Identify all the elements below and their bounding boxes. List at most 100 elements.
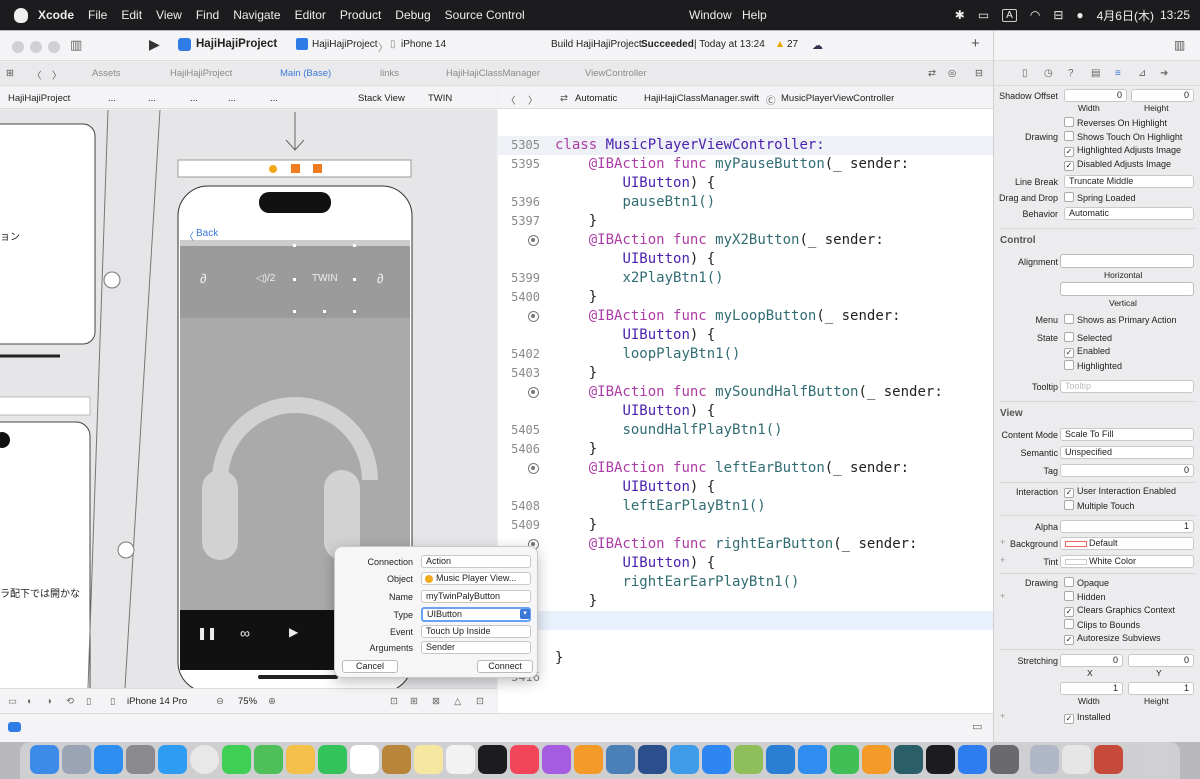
stretching-width-field[interactable]: 1 [1060, 682, 1123, 695]
jump-item-group[interactable]: ... [228, 93, 236, 104]
embed-icon[interactable]: ⊡ [476, 696, 484, 707]
code-line[interactable]: 5405 soundHalfPlayBtn1() [498, 421, 993, 440]
update-frames-icon[interactable]: ⊡ [390, 696, 398, 707]
vertical-alignment-control[interactable] [1060, 282, 1194, 296]
podcasts-icon[interactable] [542, 745, 571, 774]
tab-main-base[interactable]: Main (Base) [280, 68, 331, 79]
checkmark-icon[interactable]: ✓ [1064, 161, 1074, 171]
apple-icon[interactable] [14, 7, 28, 23]
code-line[interactable]: @IBAction func mySoundHalfButton(_ sende… [498, 383, 993, 402]
forward-arrow-icon[interactable]: 〉 [528, 93, 538, 107]
user-interaction-checkbox[interactable]: ✓ User Interaction Enabled [1064, 486, 1176, 498]
play-icon[interactable]: ▶ [289, 625, 298, 639]
checkmark-icon[interactable]: ✓ [1064, 348, 1074, 358]
menu-navigate[interactable]: Navigate [233, 8, 280, 22]
safari-icon[interactable] [158, 745, 187, 774]
split-editor-icon[interactable]: ⊟ [975, 68, 983, 79]
menu-date[interactable]: 4月6日(木) [1097, 7, 1154, 24]
finder-icon[interactable] [30, 745, 59, 774]
top-stack-view[interactable] [180, 246, 410, 318]
checkmark-icon[interactable]: ✓ [1064, 607, 1074, 617]
menu-editor[interactable]: Editor [295, 8, 326, 22]
twin-button[interactable]: TWIN [312, 273, 338, 284]
pen-app-icon[interactable] [638, 745, 667, 774]
keynote-icon[interactable] [798, 745, 827, 774]
reverses-on-highlight-checkbox[interactable]: Reverses On Highlight [1064, 117, 1167, 128]
add-variation-icon[interactable]: + [1000, 591, 1005, 601]
menu-source-control[interactable]: Source Control [445, 8, 525, 22]
code-line[interactable]: rightEarEarPlayBtn1() [498, 573, 993, 592]
tooltip-field[interactable]: Tooltip [1060, 380, 1194, 393]
assistant-icon[interactable]: ◎ [948, 68, 956, 79]
editor-icon[interactable] [734, 745, 763, 774]
code-line[interactable]: 5399 x2PlayBtn1() [498, 269, 993, 288]
music-icon[interactable] [510, 745, 539, 774]
shadow-offset-x-field[interactable]: 0 [1064, 89, 1127, 102]
device-config-label[interactable]: iPhone 14 Pro [127, 696, 187, 707]
cloud-icon[interactable]: ☁ [812, 39, 823, 52]
identity-inspector-icon[interactable]: ▤ [1091, 68, 1100, 79]
connections-inspector-icon[interactable]: ➜ [1160, 68, 1168, 79]
checkbox[interactable] [1064, 500, 1074, 510]
installed-checkbox[interactable]: ✓ Installed [1064, 712, 1111, 724]
resize-handle[interactable] [353, 278, 356, 281]
checkbox[interactable] [1064, 619, 1074, 629]
menu-window[interactable]: Window [689, 8, 732, 22]
minimize-window-button[interactable] [30, 41, 42, 53]
sound-half-button[interactable]: ◁)/2 [256, 273, 275, 284]
attributes-inspector-icon[interactable]: ≡ [1115, 68, 1121, 79]
tab-assets[interactable]: Assets [92, 68, 121, 79]
system-settings-icon[interactable] [126, 745, 155, 774]
utility-icon[interactable] [894, 745, 923, 774]
code-line[interactable]: 5409 } [498, 516, 993, 535]
jump-item-class[interactable]: MusicPlayerViewController [781, 93, 894, 104]
menu-find[interactable]: Find [196, 8, 219, 22]
code-line[interactable]: UIButton) { [498, 478, 993, 497]
appearance-icon[interactable]: ◐ [27, 696, 33, 707]
multiple-touch-checkbox[interactable]: Multiple Touch [1064, 500, 1134, 511]
vscode-icon[interactable] [766, 745, 795, 774]
code-line[interactable]: } [498, 592, 993, 611]
tag-field[interactable]: 0 [1060, 464, 1194, 477]
segue-icon[interactable] [117, 541, 135, 559]
enabled-checkbox[interactable]: ✓ Enabled [1064, 346, 1110, 358]
xcode-icon[interactable] [670, 745, 699, 774]
run-button-icon[interactable]: ▶ [149, 36, 160, 53]
primary-action-checkbox[interactable]: Shows as Primary Action [1064, 314, 1177, 325]
add-library-icon[interactable]: + [971, 35, 980, 52]
spring-loaded-checkbox[interactable]: Spring Loaded [1064, 192, 1136, 203]
tab-hajihaji-project[interactable]: HajiHajiProject [170, 68, 232, 79]
segue-icon[interactable] [103, 271, 121, 289]
orientation-icon[interactable]: ⟲ [66, 696, 74, 707]
chrome-icon[interactable] [190, 745, 219, 774]
calendar-icon[interactable] [350, 745, 379, 774]
tab-class-manager[interactable]: HajiHajiClassManager [446, 68, 540, 79]
add-variation-icon[interactable]: + [1000, 711, 1005, 721]
arguments-select[interactable]: Sender [421, 641, 531, 654]
checkbox[interactable] [1064, 591, 1074, 601]
content-mode-select[interactable]: Scale To Fill [1060, 428, 1194, 441]
code-line[interactable]: 5403 } [498, 364, 993, 383]
code-line[interactable]: 5400 } [498, 288, 993, 307]
sidebar-toggle-icon[interactable]: ▭ [8, 696, 17, 707]
zoom-window-button[interactable] [48, 41, 60, 53]
refresh-icon[interactable]: ⇄ [928, 68, 936, 79]
jump-item-project[interactable]: HajiHajiProject [8, 93, 70, 104]
history-inspector-icon[interactable]: ◷ [1044, 68, 1053, 79]
semantic-select[interactable]: Unspecified [1060, 446, 1194, 459]
menu-time[interactable]: 13:25 [1160, 8, 1190, 22]
numbers-icon[interactable] [830, 745, 859, 774]
code-line[interactable] [498, 611, 993, 630]
code-line[interactable]: UIButton) { [498, 250, 993, 269]
reminders-icon[interactable] [446, 745, 475, 774]
highlighted-adjusts-checkbox[interactable]: ✓ Highlighted Adjusts Image [1064, 145, 1181, 157]
mail-icon[interactable] [94, 745, 123, 774]
connect-button[interactable]: Connect [477, 660, 533, 673]
align-icon[interactable]: ⊞ [410, 696, 418, 707]
checkbox[interactable] [1064, 360, 1074, 370]
scheme-selector[interactable]: HajiHajiProject [312, 39, 378, 50]
resize-handle[interactable] [293, 278, 296, 281]
back-chevron-icon[interactable]: 〈 [184, 228, 194, 243]
checkbox[interactable] [1064, 117, 1074, 127]
jump-item-twin[interactable]: TWIN [428, 93, 452, 104]
